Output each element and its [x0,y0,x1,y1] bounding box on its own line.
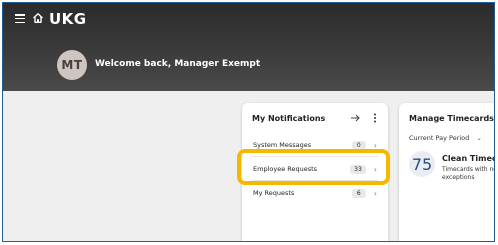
ukg-logo[interactable]: UKG [49,10,87,28]
top-bar: UKG [3,3,494,37]
timecards-card: Manage Timecards Current Pay Period ⌄ 75… [399,103,495,241]
more-options-icon[interactable] [373,113,377,123]
avatar[interactable]: MT [57,50,87,80]
chevron-down-icon: ⌄ [476,134,482,142]
pay-period-select[interactable]: Current Pay Period ⌄ [409,134,482,142]
hamburger-icon[interactable] [15,14,25,24]
arrow-right-icon[interactable] [350,113,361,123]
notification-row-my-requests[interactable]: My Requests 6 › [249,185,379,201]
header-hero: UKG MT Welcome back, Manager Exempt [3,3,494,91]
notifications-title: My Notifications [252,114,326,123]
chevron-right-icon: › [373,188,377,198]
pay-period-label: Current Pay Period [409,134,470,142]
notification-label: System Messages [253,141,312,149]
timecards-title: Manage Timecards [409,114,494,123]
clean-timecards-subtitle: Timecards with no exceptions [442,166,495,181]
timecard-count[interactable]: 75 [409,151,435,177]
highlight-box [237,149,390,185]
welcome-message: Welcome back, Manager Exempt [95,59,261,69]
clean-timecards-title[interactable]: Clean Timecar [442,154,494,163]
count-badge: 6 [351,188,366,198]
notification-label: My Requests [253,189,295,197]
home-icon[interactable] [32,12,44,24]
app-frame: UKG MT Welcome back, Manager Exempt My N… [2,2,495,242]
